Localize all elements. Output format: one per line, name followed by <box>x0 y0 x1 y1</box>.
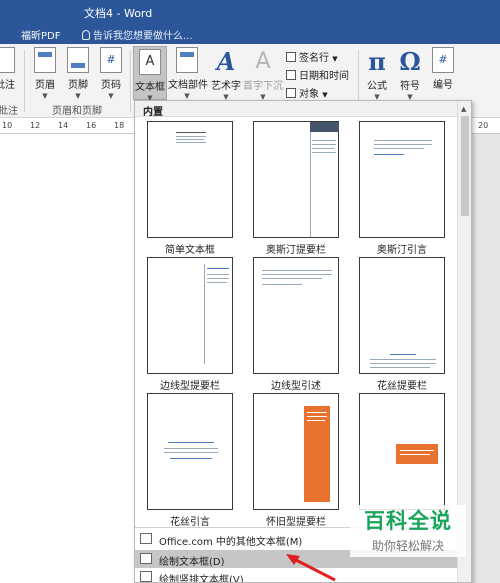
signature-icon <box>286 52 296 62</box>
wordart-label: 艺术字 <box>211 81 241 92</box>
comments-group-label: 批注 <box>0 106 18 117</box>
textbox-label-sideline-quote: 边线型引述 <box>271 381 321 392</box>
textbox-thumb-simple[interactable] <box>147 121 233 238</box>
signature-line-label: 签名行 <box>299 53 329 64</box>
comment-icon <box>0 47 15 73</box>
textbox-label: 文本框 <box>135 82 165 93</box>
watermark-sub: 助你轻松解决 <box>371 539 444 553</box>
number-icon: # <box>432 47 454 73</box>
group-divider <box>130 50 131 112</box>
date-time-button[interactable]: 日期和时间 <box>286 67 349 82</box>
tell-me-text: 告诉我您想要做什么... <box>93 31 193 42</box>
chevron-down-icon: ▼ <box>75 92 81 100</box>
footer-icon <box>67 47 89 73</box>
footer-label: 页脚 <box>68 80 88 91</box>
textbox-icon: A <box>139 49 161 75</box>
signature-line-button[interactable]: 签名行 ▼ <box>286 49 338 64</box>
textbox-thumb-sideline-quote[interactable] <box>253 257 339 374</box>
number-label: 编号 <box>433 80 453 91</box>
pi-icon: π <box>368 47 386 76</box>
scroll-up-arrow-icon[interactable]: ▲ <box>461 105 466 113</box>
number-button[interactable]: # 编号 <box>428 47 458 91</box>
symbol-button[interactable]: Ω 符号 ▼ <box>395 47 425 101</box>
textbox-thumb-retro-sidebar[interactable] <box>253 393 339 510</box>
textbox-label-retro-sidebar: 怀旧型提要栏 <box>266 517 326 528</box>
dropcap-button[interactable]: A 首字下沉 ▼ <box>243 47 283 101</box>
textbox-thumb-austin-sidebar[interactable] <box>253 121 339 238</box>
ruler-tick: 20 <box>478 121 489 130</box>
comment-button[interactable]: 批注 <box>0 47 18 91</box>
vertical-textbox-icon <box>140 571 152 582</box>
textbox-draw-icon <box>140 553 152 564</box>
ruler-tick: 18 <box>114 121 125 130</box>
scrollbar-thumb[interactable] <box>461 116 469 216</box>
textbox-label-simple: 简单文本框 <box>165 245 215 256</box>
header-icon <box>34 47 56 73</box>
draw-vertical-textbox-label: 绘制竖排文本框(V) <box>159 575 244 583</box>
page-number-icon: # <box>100 47 122 73</box>
textbox-button[interactable]: A 文本框 ▼ <box>133 46 167 102</box>
omega-icon: Ω <box>399 47 421 76</box>
watermark: 百科全说 助你轻松解决 <box>350 505 466 557</box>
textbox-label-filigree-quote: 花丝引言 <box>170 517 210 528</box>
textbox-thumb-filigree-quote[interactable] <box>147 393 233 510</box>
page-number-button[interactable]: # 页码 ▼ <box>96 47 126 100</box>
textbox-label-austin-quote: 奥斯汀引言 <box>377 245 427 256</box>
textbox-thumb-filigree-sidebar[interactable] <box>359 257 445 374</box>
comment-label: 批注 <box>0 80 15 91</box>
group-divider <box>24 50 25 112</box>
textbox-label-filigree-sidebar: 花丝提要栏 <box>377 381 427 392</box>
textbox-label-austin-sidebar: 奥斯汀提要栏 <box>266 245 326 256</box>
tell-me-search[interactable]: 告诉我您想要做什么... <box>82 27 193 42</box>
chevron-down-icon: ▼ <box>184 92 190 100</box>
object-button[interactable]: 对象 ▼ <box>286 85 328 100</box>
ruler-tick: 12 <box>30 121 41 130</box>
tab-foxit-pdf[interactable]: 福昕PDF <box>21 27 60 42</box>
wordart-button[interactable]: A 艺术字 ▼ <box>209 47 243 101</box>
window-title: 文档4 - Word <box>84 7 153 20</box>
ruler-tick: 14 <box>58 121 69 130</box>
header-footer-group-label: 页眉和页脚 <box>52 106 102 117</box>
quick-parts-button[interactable]: 文档部件 ▼ <box>168 47 208 100</box>
quick-parts-label: 文档部件 <box>168 80 208 91</box>
footer-button[interactable]: 页脚 ▼ <box>63 47 93 100</box>
watermark-brand: 百科全说 <box>364 509 452 533</box>
object-icon <box>286 88 296 98</box>
ruler-tick: 10 <box>2 121 13 130</box>
draw-textbox-label: 绘制文本框(D) <box>159 557 225 568</box>
textbox-thumb-sideline-sidebar[interactable] <box>147 257 233 374</box>
annotation-arrow-icon <box>286 554 336 582</box>
office-icon <box>140 533 152 544</box>
textbox-label-sideline-sidebar: 边线型提要栏 <box>160 381 220 392</box>
ruler-tick: 16 <box>86 121 97 130</box>
equation-label: 公式 <box>367 81 387 92</box>
calendar-icon <box>286 70 296 80</box>
date-time-label: 日期和时间 <box>299 71 349 82</box>
textbox-thumb-austin-quote[interactable] <box>359 121 445 238</box>
dropcap-icon: A <box>255 49 271 74</box>
lightbulb-icon <box>82 30 90 40</box>
quick-parts-icon <box>176 47 198 73</box>
header-button[interactable]: 页眉 ▼ <box>30 47 60 100</box>
dropcap-label: 首字下沉 <box>243 81 283 92</box>
chevron-down-icon: ▼ <box>108 92 114 100</box>
document-page[interactable] <box>0 134 134 583</box>
equation-button[interactable]: π 公式 ▼ <box>362 47 392 101</box>
textbox-thumb-retro-quote[interactable] <box>359 393 445 510</box>
wordart-icon: A <box>216 47 236 76</box>
page-number-label: 页码 <box>101 80 121 91</box>
office-more-label: Office.com 中的其他文本框(M) <box>159 537 303 548</box>
gallery-section-title: 内置 <box>135 101 457 118</box>
header-label: 页眉 <box>35 80 55 91</box>
tab-bar: 福昕PDF 告诉我您想要做什么... <box>0 22 500 44</box>
chevron-down-icon: ▼ <box>42 92 48 100</box>
symbol-label: 符号 <box>400 81 420 92</box>
object-label: 对象 <box>299 89 319 100</box>
title-bar: 文档4 - Word <box>0 0 500 22</box>
